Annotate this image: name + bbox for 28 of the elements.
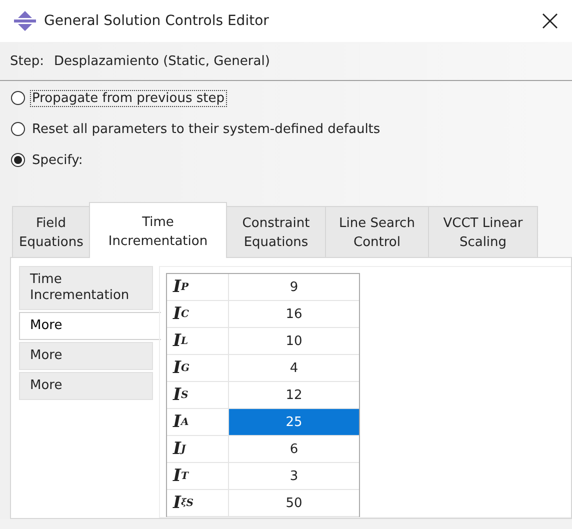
- tab[interactable]: Constraint Equations: [226, 206, 326, 257]
- table-cell[interactable]: 10: [229, 328, 359, 355]
- table-cell[interactable]: 9: [229, 274, 359, 301]
- option-label[interactable]: Specify:: [30, 152, 85, 168]
- table-cell[interactable]: 6: [229, 436, 359, 463]
- sidebar-item[interactable]: More: [19, 372, 153, 400]
- step-label: Step:: [10, 54, 44, 68]
- table-cell[interactable]: 4: [229, 355, 359, 382]
- radio-button[interactable]: [11, 122, 25, 136]
- step-name: Desplazamiento (Static, General): [54, 54, 270, 68]
- table-cell[interactable]: 50: [229, 490, 359, 517]
- tab[interactable]: Time Incrementation: [89, 202, 227, 258]
- option-label[interactable]: Reset all parameters to their system-defined defaults: [30, 120, 382, 138]
- tab[interactable]: Line Search Control: [325, 206, 429, 257]
- sidebar-item[interactable]: Time Incrementation: [19, 266, 153, 310]
- tab[interactable]: Field Equations: [12, 206, 90, 257]
- sidebar-item[interactable]: More: [19, 312, 161, 340]
- table-cell[interactable]: 3: [229, 463, 359, 490]
- option-label[interactable]: Propagate from previous step: [30, 90, 227, 106]
- close-icon[interactable]: [542, 13, 558, 29]
- radio-button[interactable]: [11, 153, 25, 167]
- app-icon: [14, 11, 36, 31]
- sidebar-item[interactable]: More: [19, 342, 153, 370]
- radio-button[interactable]: [11, 91, 25, 105]
- table-cell[interactable]: 25: [229, 409, 359, 436]
- window-title: General Solution Controls Editor: [44, 13, 270, 29]
- tab[interactable]: VCCT Linear Scaling: [428, 206, 538, 257]
- table-cell[interactable]: 16: [229, 301, 359, 328]
